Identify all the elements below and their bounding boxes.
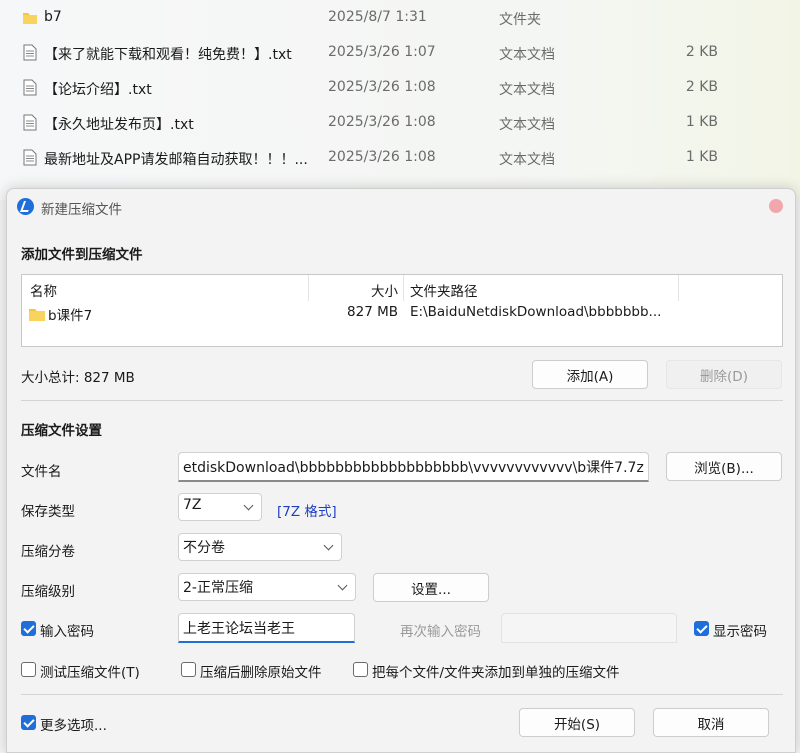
file-type: 文本文档 (499, 152, 555, 168)
delete-original-checkbox[interactable] (181, 662, 196, 677)
split-value: 不分卷 (183, 540, 225, 556)
divider (21, 400, 783, 401)
more-options-label: 更多选项... (40, 718, 107, 734)
split-select[interactable]: 不分卷 (178, 533, 342, 561)
new-archive-dialog: 新建压缩文件 添加文件到压缩文件 名称 大小 文件夹路径 b课件7 827 MB… (6, 188, 796, 753)
list-item[interactable]: b课件7 827 MB E:\BaiduNetdiskDownload\bbbb… (22, 302, 782, 326)
folder-icon (29, 309, 45, 321)
file-size: 2 KB (685, 44, 718, 60)
split-label: 压缩分卷 (21, 544, 75, 560)
file-name: b7 (44, 9, 62, 25)
save-type-select[interactable]: 7Z (178, 493, 262, 521)
separate-archives-checkbox[interactable] (353, 662, 368, 677)
chevron-down-icon (337, 580, 348, 591)
filename-label: 文件名 (21, 464, 62, 480)
reenter-password-label: 再次输入密码 (400, 624, 481, 640)
save-type-label: 保存类型 (21, 504, 75, 520)
file-list-header: 名称 大小 文件夹路径 (22, 275, 782, 301)
file-name: 【论坛介绍】.txt (44, 82, 152, 98)
close-icon[interactable] (769, 199, 783, 213)
file-size: 2 KB (685, 79, 718, 95)
file-explorer-list: b7 2025/8/7 1:31 文件夹 【来了就能下载和观看！纯免费！】.tx… (0, 0, 800, 200)
file-type: 文本文档 (499, 117, 555, 133)
file-date: 2025/3/26 1:08 (328, 114, 436, 130)
file-row[interactable]: 【论坛介绍】.txt 2025/3/26 1:08 文本文档 2 KB (0, 70, 800, 105)
start-button[interactable]: 开始(S) (519, 708, 635, 737)
password-input[interactable]: 上老王论坛当老王 (178, 613, 355, 643)
level-label: 压缩级别 (21, 584, 75, 600)
app-logo-icon (17, 198, 34, 215)
browse-button[interactable]: 浏览(B)... (666, 452, 782, 481)
file-row-b7[interactable]: b7 2025/8/7 1:31 文件夹 (0, 0, 800, 35)
file-list[interactable]: 名称 大小 文件夹路径 b课件7 827 MB E:\BaiduNetdiskD… (21, 274, 783, 347)
reenter-password-input[interactable] (501, 613, 677, 643)
delete-original-label: 压缩后删除原始文件 (200, 665, 322, 681)
list-item-name: b课件7 (48, 308, 93, 324)
file-date: 2025/3/26 1:08 (328, 149, 436, 165)
divider (21, 694, 783, 695)
column-header-name[interactable]: 名称 (30, 280, 57, 300)
file-date: 2025/3/26 1:08 (328, 79, 436, 95)
column-header-size[interactable]: 大小 (312, 280, 398, 300)
dialog-titlebar[interactable]: 新建压缩文件 (7, 189, 795, 223)
column-separator[interactable] (308, 275, 309, 301)
text-file-icon (23, 44, 37, 61)
file-date: 2025/3/26 1:07 (328, 44, 436, 60)
dialog-title: 新建压缩文件 (41, 202, 122, 218)
file-date: 2025/8/7 1:31 (328, 9, 427, 25)
file-name: 最新地址及APP请发邮箱自动获取！！！... (44, 152, 308, 168)
password-checkbox[interactable] (21, 621, 36, 636)
file-size: 1 KB (685, 114, 718, 130)
level-select[interactable]: 2-正常压缩 (178, 573, 356, 601)
show-password-checkbox[interactable] (694, 621, 709, 636)
more-options-checkbox[interactable] (21, 715, 36, 730)
level-value: 2-正常压缩 (183, 580, 253, 596)
save-type-value: 7Z (183, 497, 202, 513)
list-item-size: 827 MB (347, 304, 398, 320)
column-separator[interactable] (403, 275, 404, 301)
file-type: 文件夹 (499, 12, 541, 28)
add-section-title: 添加文件到压缩文件 (21, 247, 143, 263)
file-row[interactable]: 最新地址及APP请发邮箱自动获取！！！... 2025/3/26 1:08 文本… (0, 140, 800, 175)
column-header-path[interactable]: 文件夹路径 (410, 280, 478, 300)
filename-input[interactable]: etdiskDownload\bbbbbbbbbbbbbbbbbbb\vvvvv… (178, 452, 649, 482)
chevron-down-icon (243, 500, 254, 511)
cancel-button[interactable]: 取消 (653, 708, 769, 737)
text-file-icon (23, 149, 37, 166)
column-separator[interactable] (678, 275, 679, 301)
chevron-down-icon (323, 540, 334, 551)
file-name: 【永久地址发布页】.txt (44, 117, 194, 133)
text-file-icon (23, 114, 37, 131)
file-row[interactable]: 【永久地址发布页】.txt 2025/3/26 1:08 文本文档 1 KB (0, 105, 800, 140)
test-archive-checkbox[interactable] (21, 662, 36, 677)
settings-button[interactable]: 设置... (373, 573, 489, 602)
file-type: 文本文档 (499, 47, 555, 63)
settings-section-title: 压缩文件设置 (21, 423, 102, 439)
file-type: 文本文档 (499, 82, 555, 98)
total-size-text: 大小总计: 827 MB (21, 370, 135, 386)
text-file-icon (23, 79, 37, 96)
show-password-label: 显示密码 (713, 624, 767, 640)
folder-icon (23, 13, 37, 24)
delete-button[interactable]: 删除(D) (666, 360, 782, 389)
file-name: 【来了就能下载和观看！纯免费！】.txt (44, 47, 292, 63)
list-item-path: E:\BaiduNetdiskDownload\bbbbbbb... (410, 304, 662, 320)
format-link[interactable]: [7Z 格式] (277, 500, 337, 520)
password-label: 输入密码 (40, 624, 94, 640)
test-archive-label: 测试压缩文件(T) (40, 665, 140, 681)
add-button[interactable]: 添加(A) (532, 360, 648, 389)
file-size: 1 KB (685, 149, 718, 165)
separate-archives-label: 把每个文件/文件夹添加到单独的压缩文件 (372, 665, 620, 681)
file-row[interactable]: 【来了就能下载和观看！纯免费！】.txt 2025/3/26 1:07 文本文档… (0, 35, 800, 70)
